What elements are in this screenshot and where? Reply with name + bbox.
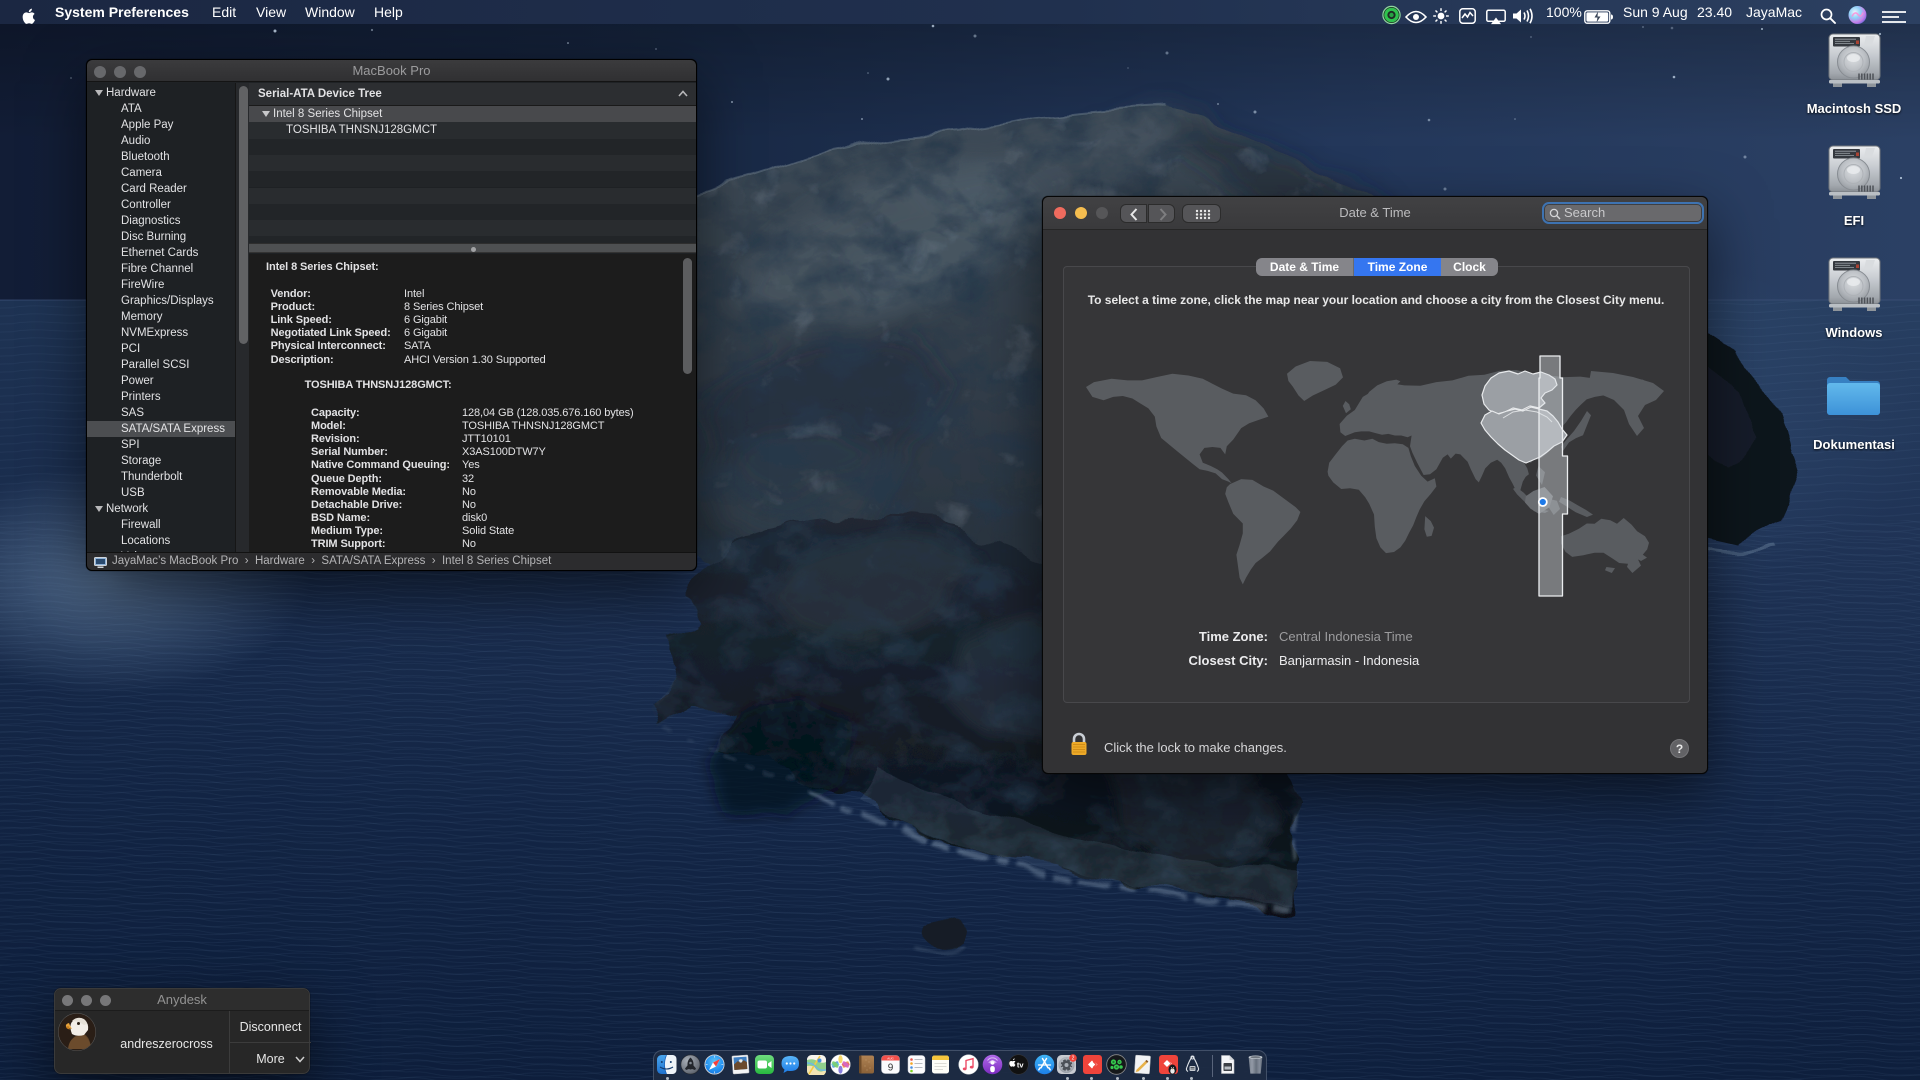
svg-text:2: 2 bbox=[1072, 1056, 1075, 1062]
svg-text:tv: tv bbox=[1017, 1061, 1024, 1070]
svg-text:AUG: AUG bbox=[887, 1056, 894, 1060]
svg-text:9: 9 bbox=[888, 1063, 894, 1074]
